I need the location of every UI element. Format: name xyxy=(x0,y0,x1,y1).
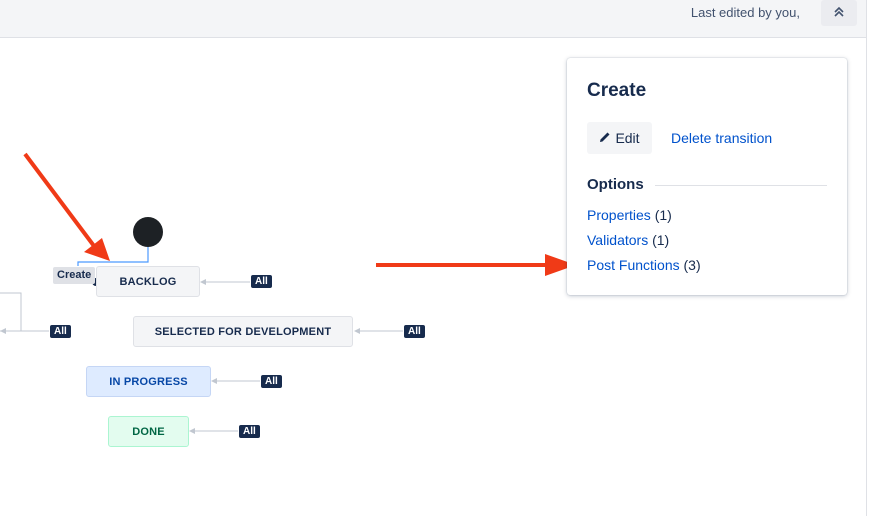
all-badge-left[interactable]: All xyxy=(50,325,71,338)
all-badge-done[interactable]: All xyxy=(239,425,260,438)
transition-panel: Create Edit Delete transition Options Pr… xyxy=(567,58,847,295)
options-heading: Options xyxy=(587,176,644,193)
status-backlog[interactable]: BACKLOG xyxy=(96,266,200,297)
validators-count: (1) xyxy=(652,232,670,248)
all-badge-backlog[interactable]: All xyxy=(251,275,272,288)
option-post-functions: Post Functions (3) xyxy=(587,257,701,273)
all-badge-in-progress[interactable]: All xyxy=(261,375,282,388)
properties-link[interactable]: Properties xyxy=(587,207,651,223)
delete-transition-link[interactable]: Delete transition xyxy=(671,130,772,146)
option-properties: Properties (1) xyxy=(587,207,672,223)
option-validators: Validators (1) xyxy=(587,232,669,248)
edit-label: Edit xyxy=(615,130,640,146)
properties-count: (1) xyxy=(654,207,672,223)
panel-title: Create xyxy=(587,80,647,101)
validators-link[interactable]: Validators xyxy=(587,232,648,248)
start-node[interactable] xyxy=(133,217,163,247)
status-done[interactable]: DONE xyxy=(108,416,189,447)
post-functions-link[interactable]: Post Functions xyxy=(587,257,680,273)
all-badge-selected[interactable]: All xyxy=(404,325,425,338)
post-functions-count: (3) xyxy=(683,257,701,273)
right-edge xyxy=(866,0,877,516)
status-in-progress[interactable]: IN PROGRESS xyxy=(86,366,211,397)
options-divider xyxy=(655,185,827,186)
pencil-icon xyxy=(599,130,611,146)
edit-button[interactable]: Edit xyxy=(587,122,652,154)
create-transition-label[interactable]: Create xyxy=(53,267,96,284)
status-selected-for-development[interactable]: SELECTED FOR DEVELOPMENT xyxy=(133,316,353,347)
